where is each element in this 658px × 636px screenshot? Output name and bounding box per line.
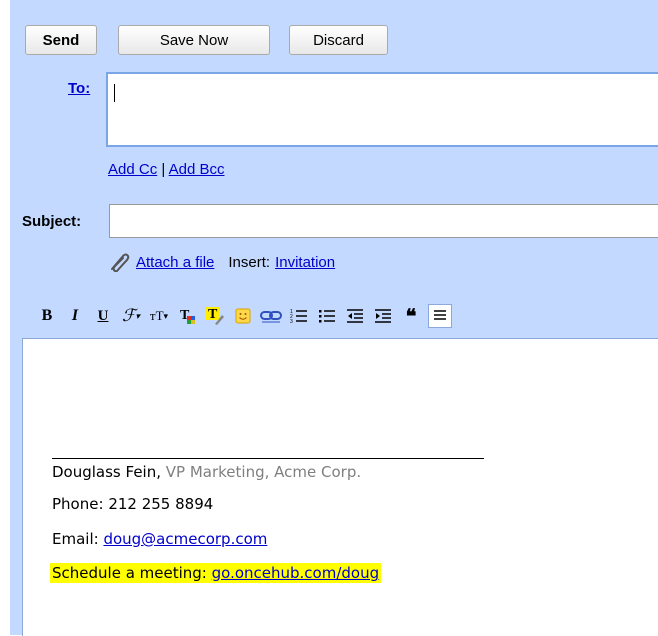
insert-label: Insert: xyxy=(228,253,271,271)
attach-file-link[interactable]: Attach a file xyxy=(136,254,214,271)
font-icon[interactable]: ℱ ▾ xyxy=(120,305,142,327)
to-field[interactable] xyxy=(106,72,658,147)
email-link[interactable]: doug@acmecorp.com xyxy=(103,530,267,548)
cc-separator: | xyxy=(161,161,166,178)
bulleted-list-icon[interactable] xyxy=(316,305,338,327)
signature-email-line: Email: doug@acmecorp.com xyxy=(52,530,267,548)
invitation-link[interactable]: Invitation xyxy=(275,254,335,271)
signature-name-line: Douglass Fein, VP Marketing, Acme Corp. xyxy=(52,463,361,481)
send-button[interactable]: Send xyxy=(25,25,97,55)
signature-divider xyxy=(52,458,484,459)
signature-phone-line: Phone: 212 255 8894 xyxy=(52,495,213,513)
link-icon[interactable] xyxy=(260,305,282,327)
signature-title: VP Marketing, Acme Corp. xyxy=(165,463,362,481)
italic-icon[interactable]: I xyxy=(64,305,86,327)
add-cc-link[interactable]: Add Cc xyxy=(108,161,157,178)
phone-number: 212 255 8894 xyxy=(108,495,214,513)
paperclip-icon xyxy=(111,253,130,272)
add-bcc-link[interactable]: Add Bcc xyxy=(169,161,225,178)
cc-bcc-links: Add Cc | Add Bcc xyxy=(108,161,225,178)
svg-text:T: T xyxy=(208,307,218,322)
message-body[interactable] xyxy=(22,338,658,636)
highlight-icon[interactable]: T xyxy=(204,305,226,327)
formatting-toolbar: B I U ℱ ▾ тT ▾ T T 123 ❝ xyxy=(36,304,452,328)
save-now-button[interactable]: Save Now xyxy=(118,25,270,55)
schedule-highlight: Schedule a meeting: go.oncehub.com/doug xyxy=(50,563,382,583)
phone-label: Phone: xyxy=(52,495,104,513)
text-color-icon[interactable]: T xyxy=(176,305,198,327)
subject-field[interactable] xyxy=(109,204,658,238)
numbered-list-icon[interactable]: 123 xyxy=(288,305,310,327)
svg-text:3: 3 xyxy=(290,319,293,325)
indent-icon[interactable] xyxy=(372,305,394,327)
quote-icon[interactable]: ❝ xyxy=(400,305,422,328)
subject-label: Subject: xyxy=(22,213,82,230)
signature-name: Douglass Fein, xyxy=(52,463,161,481)
to-label-link[interactable]: To: xyxy=(68,80,90,97)
attach-row: Attach a file Insert: Invitation xyxy=(108,252,335,272)
bold-icon[interactable]: B xyxy=(36,305,58,327)
schedule-link[interactable]: go.oncehub.com/doug xyxy=(212,564,379,582)
underline-icon[interactable]: U xyxy=(92,305,114,327)
discard-button[interactable]: Discard xyxy=(289,25,388,55)
align-icon[interactable] xyxy=(428,304,452,328)
outdent-icon[interactable] xyxy=(344,305,366,327)
schedule-label: Schedule a meeting: xyxy=(52,564,207,582)
email-label: Email: xyxy=(52,530,99,548)
signature-schedule-line: Schedule a meeting: go.oncehub.com/doug xyxy=(50,563,382,583)
text-size-icon[interactable]: тT ▾ xyxy=(148,305,170,327)
emoticon-icon[interactable] xyxy=(232,305,254,327)
text-cursor xyxy=(114,84,115,102)
